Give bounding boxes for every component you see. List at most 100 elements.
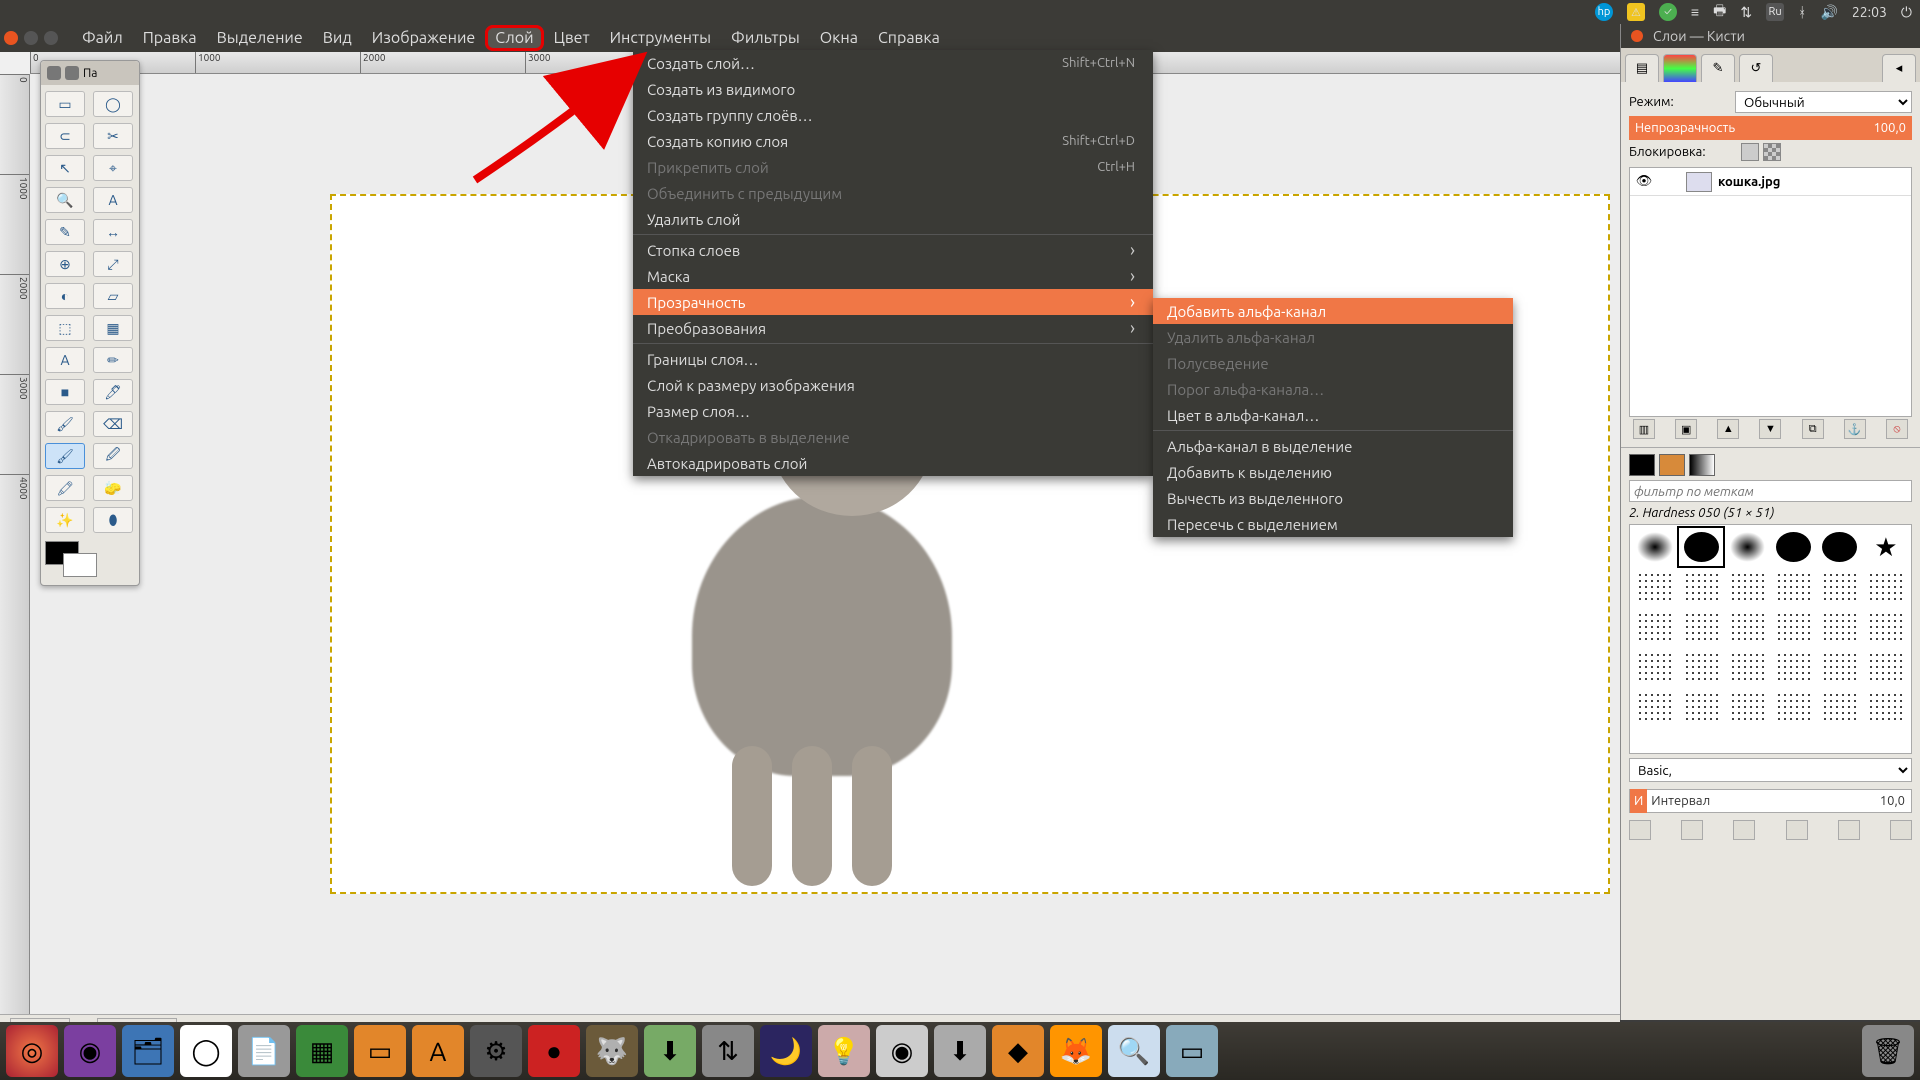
visibility-icon[interactable]: 👁 <box>1634 174 1654 189</box>
tab-undo[interactable]: ↺ <box>1739 54 1773 82</box>
layer-row[interactable]: 👁 кошка.jpg <box>1630 168 1911 196</box>
brush-item[interactable] <box>1633 648 1677 686</box>
brush-item[interactable] <box>1725 528 1769 566</box>
background-color[interactable] <box>63 553 97 577</box>
printer-icon[interactable]: 🖶 <box>1713 0 1726 24</box>
edit-brush-button[interactable] <box>1629 820 1651 840</box>
tab-menu-button[interactable]: ◂ <box>1882 54 1916 82</box>
tool-22[interactable]: 🖌 <box>45 443 85 469</box>
brush-item[interactable] <box>1864 528 1908 566</box>
transparency-submenu[interactable]: Добавить альфа-каналУдалить альфа-каналП… <box>1153 298 1513 537</box>
toolbox-header[interactable]: Па <box>41 61 139 85</box>
dock-app-downloads[interactable]: ⬇ <box>644 1025 696 1077</box>
network-icon[interactable]: ⇅ <box>1740 4 1752 21</box>
anchor-layer-button[interactable]: ⚓ <box>1844 419 1866 439</box>
dock-app-installer[interactable]: ⬇ <box>934 1025 986 1077</box>
window-maximize-button[interactable] <box>44 31 58 45</box>
tool-12[interactable]: ◐ <box>45 283 85 309</box>
brush-item[interactable] <box>1725 688 1769 726</box>
dock-app-calc[interactable]: ▦ <box>296 1025 348 1077</box>
tab-layers[interactable]: ▤ <box>1625 54 1659 82</box>
menu-item[interactable]: Удалить слой <box>633 206 1153 232</box>
dock-app-settings[interactable]: ⚙ <box>470 1025 522 1077</box>
layer-menu[interactable]: Создать слой…Shift+Ctrl+NСоздать из види… <box>633 50 1153 476</box>
dock-app-stellarium[interactable]: 🌙 <box>760 1025 812 1077</box>
duplicate-layer-button[interactable]: ⧉ <box>1802 419 1824 439</box>
dock-app-dash[interactable]: ◎ <box>6 1025 58 1077</box>
tool-14[interactable]: ⬚ <box>45 315 85 341</box>
menu-item[interactable]: Автокадрировать слой <box>633 450 1153 476</box>
brush-item[interactable] <box>1725 648 1769 686</box>
menu-item[interactable]: Размер слоя… <box>633 398 1153 424</box>
raise-layer-button[interactable]: ▲ <box>1717 419 1739 439</box>
brush-item[interactable] <box>1633 528 1677 566</box>
tool-23[interactable]: 🖉 <box>93 443 133 469</box>
bluetooth-icon[interactable]: ᚼ <box>1798 4 1806 20</box>
swatch-grey[interactable] <box>1689 454 1715 476</box>
menu-цвет[interactable]: Цвет <box>544 25 600 51</box>
tool-18[interactable]: ■ <box>45 379 85 405</box>
brush-item[interactable] <box>1772 648 1816 686</box>
menu-item[interactable]: Слой к размеру изображения <box>633 372 1153 398</box>
menu-icon[interactable]: ≡ <box>1691 4 1699 20</box>
dock-app-opera[interactable]: ● <box>528 1025 580 1077</box>
tool-10[interactable]: ⊕ <box>45 251 85 277</box>
brush-filter-input[interactable] <box>1629 480 1912 502</box>
brush-item[interactable] <box>1818 688 1862 726</box>
brush-folder-button[interactable] <box>1890 820 1912 840</box>
window-minimize-button[interactable] <box>24 31 38 45</box>
tool-1[interactable]: ◯ <box>93 91 133 117</box>
tool-4[interactable]: ↖ <box>45 155 85 181</box>
lower-layer-button[interactable]: ▼ <box>1759 419 1781 439</box>
menu-изображение[interactable]: Изображение <box>362 25 486 51</box>
dock-app-disc[interactable]: ◉ <box>876 1025 928 1077</box>
menu-фильтры[interactable]: Фильтры <box>721 25 810 51</box>
tool-7[interactable]: A <box>93 187 133 213</box>
tool-8[interactable]: ✎ <box>45 219 85 245</box>
menu-item[interactable]: Пересечь с выделением <box>1153 511 1513 537</box>
tab-paths[interactable]: ✎ <box>1701 54 1735 82</box>
tool-27[interactable]: ⬮ <box>93 507 133 533</box>
window-close-button[interactable] <box>4 31 18 45</box>
brush-item[interactable] <box>1679 528 1723 566</box>
dock-app-files[interactable]: 🗂 <box>122 1025 174 1077</box>
menu-выделение[interactable]: Выделение <box>207 25 313 51</box>
dock-app-impress[interactable]: ▭ <box>354 1025 406 1077</box>
dock-app-firefox[interactable]: 🦊 <box>1050 1025 1102 1077</box>
brush-item[interactable] <box>1725 608 1769 646</box>
brush-item[interactable] <box>1679 648 1723 686</box>
tool-16[interactable]: A <box>45 347 85 373</box>
menu-item[interactable]: Создать группу слоёв… <box>633 102 1153 128</box>
menu-item[interactable]: Добавить к выделению <box>1153 459 1513 485</box>
tool-24[interactable]: 🖍 <box>45 475 85 501</box>
color-swatches[interactable] <box>45 541 135 579</box>
dock-app-ideas[interactable]: 💡 <box>818 1025 870 1077</box>
menu-item[interactable]: Создать из видимого <box>633 76 1153 102</box>
tool-3[interactable]: ✂ <box>93 123 133 149</box>
brush-item[interactable] <box>1725 568 1769 606</box>
volume-icon[interactable]: 🔊 <box>1820 4 1837 21</box>
blend-mode-select[interactable]: Обычный <box>1735 91 1912 113</box>
dock-app-gimp[interactable]: 🐺 <box>586 1025 638 1077</box>
delete-layer-button[interactable]: ⦸ <box>1886 419 1908 439</box>
menu-вид[interactable]: Вид <box>313 25 362 51</box>
brush-item[interactable] <box>1818 608 1862 646</box>
tool-13[interactable]: ▱ <box>93 283 133 309</box>
swatch-black[interactable] <box>1629 454 1655 476</box>
keyboard-layout[interactable]: Ru <box>1766 3 1784 21</box>
brush-item[interactable] <box>1679 568 1723 606</box>
new-group-button[interactable]: ▣ <box>1675 419 1697 439</box>
tool-25[interactable]: 🧽 <box>93 475 133 501</box>
lock-pixels-icon[interactable] <box>1741 143 1759 161</box>
brush-item[interactable] <box>1864 688 1908 726</box>
layer-list[interactable]: 👁 кошка.jpg <box>1629 167 1912 417</box>
brush-item[interactable] <box>1772 608 1816 646</box>
opacity-slider[interactable]: Непрозрачность 100,0 <box>1629 116 1912 140</box>
brush-item[interactable] <box>1818 648 1862 686</box>
brush-item[interactable] <box>1772 688 1816 726</box>
dock-app-monitor[interactable]: ▭ <box>1166 1025 1218 1077</box>
tool-17[interactable]: ✏ <box>93 347 133 373</box>
dock-trash[interactable]: 🗑 <box>1862 1025 1914 1077</box>
tool-6[interactable]: 🔍 <box>45 187 85 213</box>
dock-app-magnifier[interactable]: 🔍 <box>1108 1025 1160 1077</box>
